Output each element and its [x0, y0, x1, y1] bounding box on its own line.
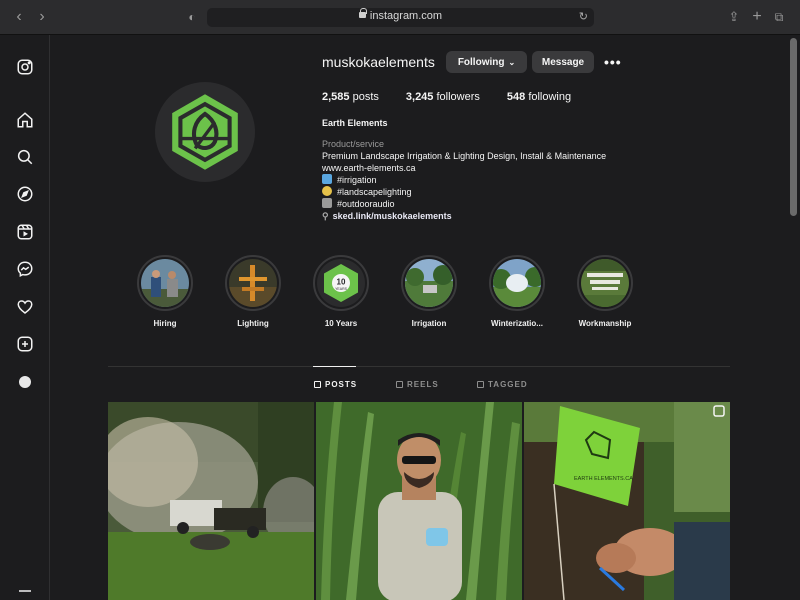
- scrollbar[interactable]: [790, 38, 797, 216]
- tabs-divider: [108, 366, 730, 367]
- profile-avatar[interactable]: [155, 82, 255, 182]
- droplets-emoji-icon: [322, 174, 332, 184]
- following-stat[interactable]: 548 following: [507, 91, 571, 103]
- post-flag-image: EARTH ELEMENTS.CA: [524, 402, 730, 600]
- tab-overview-icon[interactable]: ⧉: [770, 8, 788, 26]
- workmanship-thumbnail: [581, 259, 629, 307]
- privacy-shield-icon[interactable]: ◐: [183, 8, 201, 26]
- create-post-icon[interactable]: [15, 334, 35, 354]
- bio-tag-audio-text: #outdooraudio: [337, 199, 395, 209]
- moon-emoji-icon: [322, 186, 332, 196]
- sidebar: [0, 35, 50, 600]
- share-icon[interactable]: ⇪: [725, 8, 743, 26]
- tab-tagged-label: TAGGED: [488, 380, 528, 389]
- post-item-truck[interactable]: [108, 402, 314, 600]
- bio-tag-lighting[interactable]: #landscapelighting: [322, 186, 606, 198]
- highlight-label: Workmanship: [578, 319, 632, 328]
- link-icon: ⚲: [322, 211, 329, 221]
- highlight-irrigation[interactable]: Irrigation: [394, 255, 464, 328]
- bio-tag-irrigation-text: #irrigation: [337, 175, 377, 185]
- bio-link[interactable]: ⚲ sked.link/muskokaelements: [322, 210, 606, 222]
- messenger-icon[interactable]: [15, 259, 35, 279]
- bio-website[interactable]: www.earth-elements.ca: [322, 162, 606, 174]
- highlight-10-years[interactable]: 10 YEARS 10 Years: [306, 255, 376, 328]
- active-tab-indicator: [313, 366, 356, 367]
- profile-stats: 2,585 posts 3,245 followers 548 followin…: [322, 91, 571, 103]
- highlight-label: 10 Years: [324, 319, 358, 328]
- bio-tag-lighting-text: #landscapelighting: [337, 187, 412, 197]
- posts-label: posts: [352, 91, 379, 103]
- profile-avatar-icon[interactable]: [15, 372, 35, 392]
- ten-years-badge-thumbnail: 10 YEARS: [317, 259, 365, 307]
- posts-stat[interactable]: 2,585 posts: [322, 91, 379, 103]
- menu-icon[interactable]: [15, 587, 35, 595]
- followers-label: followers: [436, 91, 480, 103]
- post-item-flag[interactable]: EARTH ELEMENTS.CA: [524, 402, 730, 600]
- highlight-hiring[interactable]: Hiring: [130, 255, 200, 328]
- explore-icon[interactable]: [15, 184, 35, 204]
- flag-text: EARTH ELEMENTS.CA: [574, 476, 633, 482]
- more-options-icon[interactable]: •••: [604, 54, 622, 70]
- url-text: instagram.com: [369, 10, 443, 22]
- profile-username: muskokaelements: [322, 54, 435, 70]
- message-button[interactable]: Message: [532, 51, 594, 73]
- following-button-label: Following: [457, 56, 505, 68]
- profile-bio: Earth Elements Product/service Premium L…: [322, 117, 606, 222]
- chevron-down-icon: ⌄: [508, 57, 516, 67]
- bio-tag-irrigation[interactable]: #irrigation: [322, 174, 606, 186]
- bio-link-text: sked.link/muskokaelements: [332, 211, 452, 221]
- bio-tag-audio[interactable]: #outdooraudio: [322, 198, 606, 210]
- tagged-icon: [477, 381, 484, 388]
- highlight-workmanship[interactable]: Workmanship: [570, 255, 640, 328]
- reels-tab-icon: [396, 381, 403, 388]
- bio-name: Earth Elements: [322, 118, 388, 128]
- highlight-label: Irrigation: [411, 319, 447, 328]
- following-button[interactable]: Following ⌄: [446, 51, 527, 73]
- winterization-thumbnail: [493, 259, 541, 307]
- highlight-label: Hiring: [153, 319, 177, 328]
- address-bar[interactable]: instagram.com ↻: [207, 8, 594, 27]
- posts-count: 2,585: [322, 91, 350, 103]
- tab-reels[interactable]: REELS: [396, 380, 439, 389]
- post-truck-image: [108, 402, 314, 600]
- grid-icon: [314, 381, 321, 388]
- lighting-thumbnail: [229, 259, 277, 307]
- notifications-heart-icon[interactable]: [15, 297, 35, 317]
- following-stat-label: following: [528, 91, 572, 103]
- tab-posts[interactable]: POSTS: [314, 380, 357, 389]
- back-icon[interactable]: ‹: [10, 8, 28, 26]
- speaker-emoji-icon: [322, 198, 332, 208]
- bio-description: Premium Landscape Irrigation & Lighting …: [322, 151, 607, 161]
- following-count: 548: [506, 91, 526, 103]
- reels-icon[interactable]: [15, 222, 35, 242]
- new-tab-icon[interactable]: +: [748, 8, 766, 26]
- earth-elements-logo-icon: [172, 94, 238, 170]
- browser-toolbar: ‹ › ◐ instagram.com ↻ ⇪ + ⧉: [0, 0, 800, 35]
- hiring-thumbnail: [141, 259, 189, 307]
- forward-icon[interactable]: ›: [33, 8, 51, 26]
- tab-posts-label: POSTS: [325, 380, 358, 389]
- lock-icon: [358, 8, 367, 18]
- bio-category: Product/service: [322, 139, 385, 149]
- reload-icon[interactable]: ↻: [579, 10, 588, 23]
- badge-number: 10: [337, 278, 346, 287]
- irrigation-thumbnail: [405, 259, 453, 307]
- search-icon[interactable]: [15, 147, 35, 167]
- highlight-label: Winterizatio...: [491, 319, 543, 328]
- instagram-logo-icon[interactable]: [15, 57, 35, 77]
- highlight-winterization[interactable]: Winterizatio...: [482, 255, 552, 328]
- tab-reels-label: REELS: [407, 380, 439, 389]
- badge-sub: YEARS: [335, 287, 348, 291]
- highlight-label: Lighting: [237, 319, 269, 328]
- followers-stat[interactable]: 3,245 followers: [406, 91, 480, 103]
- post-portrait-image: [316, 402, 522, 600]
- tab-tagged[interactable]: TAGGED: [477, 380, 528, 389]
- post-item-portrait[interactable]: [316, 402, 522, 600]
- home-icon[interactable]: [15, 110, 35, 130]
- highlight-lighting[interactable]: Lighting: [218, 255, 288, 328]
- followers-count: 3,245: [405, 91, 434, 103]
